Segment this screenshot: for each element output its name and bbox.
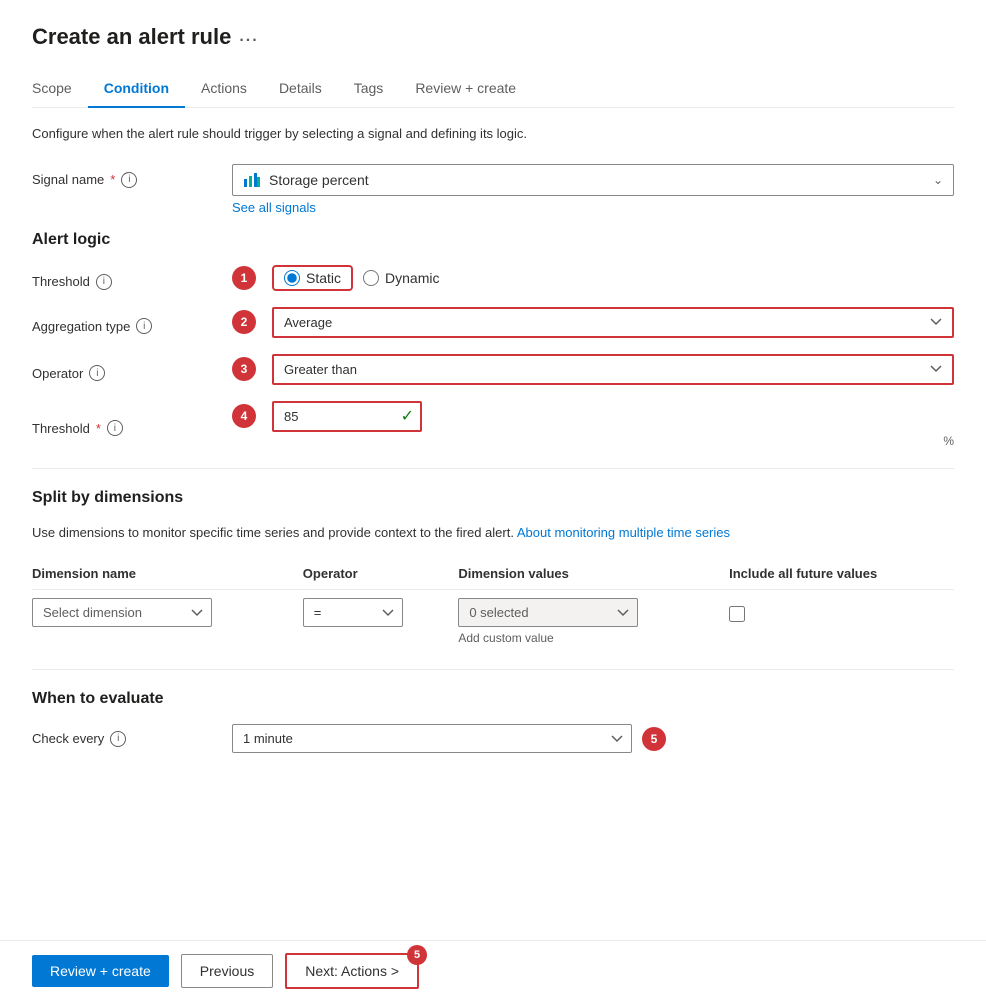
static-option-box: Static xyxy=(272,265,353,291)
step-badge-3: 3 xyxy=(232,357,256,381)
signal-chart-icon xyxy=(243,171,261,189)
tab-bar: Scope Condition Actions Details Tags Rev… xyxy=(32,70,954,108)
radio-dynamic[interactable]: Dynamic xyxy=(363,270,439,286)
threshold-row: Threshold i 1 Static Dynamic xyxy=(32,265,954,291)
add-custom-value-link[interactable]: Add custom value xyxy=(458,631,721,645)
when-to-evaluate-section: When to evaluate Check every i 1 minute … xyxy=(32,690,954,753)
next-step-badge: 5 xyxy=(407,945,427,965)
dim-name-cell: Select dimension xyxy=(32,590,303,650)
split-dimensions-title: Split by dimensions xyxy=(32,489,954,507)
aggregation-info-icon[interactable]: i xyxy=(136,318,152,334)
tab-scope[interactable]: Scope xyxy=(32,70,88,108)
dim-include-cell xyxy=(729,590,954,650)
threshold-value-label: Threshold * i xyxy=(32,412,232,436)
step-badge-2: 2 xyxy=(232,310,256,334)
next-actions-button[interactable]: Next: Actions > 5 xyxy=(285,953,419,989)
dimension-name-select[interactable]: Select dimension xyxy=(32,598,212,627)
step-badge-4: 4 xyxy=(232,404,256,428)
threshold-control: 1 Static Dynamic xyxy=(232,265,954,291)
dimension-operator-select[interactable]: = != xyxy=(303,598,403,627)
page-title-container: Create an alert rule ... xyxy=(32,24,954,50)
signal-dropdown-chevron: ⌄ xyxy=(933,173,943,187)
threshold-value-row: Threshold * i 4 ✓ % xyxy=(32,401,954,448)
operator-control: 3 Greater than Less than Greater than or… xyxy=(232,354,954,385)
check-every-info-icon[interactable]: i xyxy=(110,731,126,747)
threshold-label: Threshold i xyxy=(32,266,232,290)
operator-row: Operator i 3 Greater than Less than Grea… xyxy=(32,354,954,385)
condition-description: Configure when the alert rule should tri… xyxy=(32,124,954,144)
page-title: Create an alert rule xyxy=(32,24,231,50)
radio-dynamic-input[interactable] xyxy=(363,270,379,286)
dim-values-cell: 0 selected Add custom value xyxy=(458,590,729,650)
step-badge-1: 1 xyxy=(232,266,256,290)
include-future-values-checkbox[interactable] xyxy=(729,606,745,622)
aggregation-control: 2 Average Maximum Minimum Count Total xyxy=(232,307,954,338)
dimensions-table: Dimension name Operator Dimension values… xyxy=(32,558,954,649)
signal-name-control: Storage percent ⌄ See all signals xyxy=(232,164,954,215)
radio-static[interactable]: Static xyxy=(284,270,341,286)
dimension-row: Select dimension = != 0 selected Add cus… xyxy=(32,590,954,650)
operator-label: Operator i xyxy=(32,357,232,381)
radio-static-input[interactable] xyxy=(284,270,300,286)
step-badge-5: 5 xyxy=(642,727,666,751)
see-all-signals-link[interactable]: See all signals xyxy=(232,200,316,215)
tab-details[interactable]: Details xyxy=(263,70,338,108)
alert-logic-title: Alert logic xyxy=(32,231,954,249)
threshold-input-wrap: ✓ xyxy=(272,401,422,432)
tab-actions[interactable]: Actions xyxy=(185,70,263,108)
threshold-required-star: * xyxy=(96,421,101,436)
static-label: Static xyxy=(306,270,341,286)
section-divider-2 xyxy=(32,669,954,670)
dimensions-description: Use dimensions to monitor specific time … xyxy=(32,523,954,543)
dim-operator-cell: = != xyxy=(303,590,459,650)
review-create-button[interactable]: Review + create xyxy=(32,955,169,987)
dim-header-operator: Operator xyxy=(303,558,459,590)
aggregation-label: Aggregation type i xyxy=(32,310,232,334)
dim-header-name: Dimension name xyxy=(32,558,303,590)
threshold-value-info-icon[interactable]: i xyxy=(107,420,123,436)
previous-button[interactable]: Previous xyxy=(181,954,273,988)
signal-name-row: Signal name * i Storage percent ⌄ See al… xyxy=(32,164,954,215)
operator-info-icon[interactable]: i xyxy=(89,365,105,381)
threshold-value-input[interactable] xyxy=(272,401,422,432)
page-title-ellipsis: ... xyxy=(239,28,258,46)
check-every-row: Check every i 1 minute 5 minutes 10 minu… xyxy=(32,724,954,753)
signal-name-label: Signal name * i xyxy=(32,164,232,188)
dimension-values-select[interactable]: 0 selected xyxy=(458,598,638,627)
tab-review-create[interactable]: Review + create xyxy=(399,70,532,108)
evaluate-title: When to evaluate xyxy=(32,690,954,708)
footer-bar: Review + create Previous Next: Actions >… xyxy=(0,940,986,1001)
aggregation-type-row: Aggregation type i 2 Average Maximum Min… xyxy=(32,307,954,338)
tab-condition[interactable]: Condition xyxy=(88,70,185,108)
aggregation-type-select[interactable]: Average Maximum Minimum Count Total xyxy=(272,307,954,338)
dim-header-values: Dimension values xyxy=(458,558,729,590)
signal-name-value: Storage percent xyxy=(269,172,369,188)
signal-required-star: * xyxy=(110,172,115,187)
dim-header-include: Include all future values xyxy=(729,558,954,590)
threshold-value-control: 4 ✓ % xyxy=(232,401,954,448)
signal-name-dropdown[interactable]: Storage percent ⌄ xyxy=(232,164,954,196)
dynamic-label: Dynamic xyxy=(385,270,439,286)
threshold-check-icon: ✓ xyxy=(401,406,414,426)
section-divider-1 xyxy=(32,468,954,469)
operator-select[interactable]: Greater than Less than Greater than or e… xyxy=(272,354,954,385)
monitoring-link[interactable]: About monitoring multiple time series xyxy=(517,525,730,540)
tab-tags[interactable]: Tags xyxy=(338,70,400,108)
check-every-label: Check every i xyxy=(32,731,232,747)
signal-name-info-icon[interactable]: i xyxy=(121,172,137,188)
check-every-select[interactable]: 1 minute 5 minutes 10 minutes 15 minutes… xyxy=(232,724,632,753)
threshold-unit: % xyxy=(266,434,954,448)
threshold-info-icon[interactable]: i xyxy=(96,274,112,290)
